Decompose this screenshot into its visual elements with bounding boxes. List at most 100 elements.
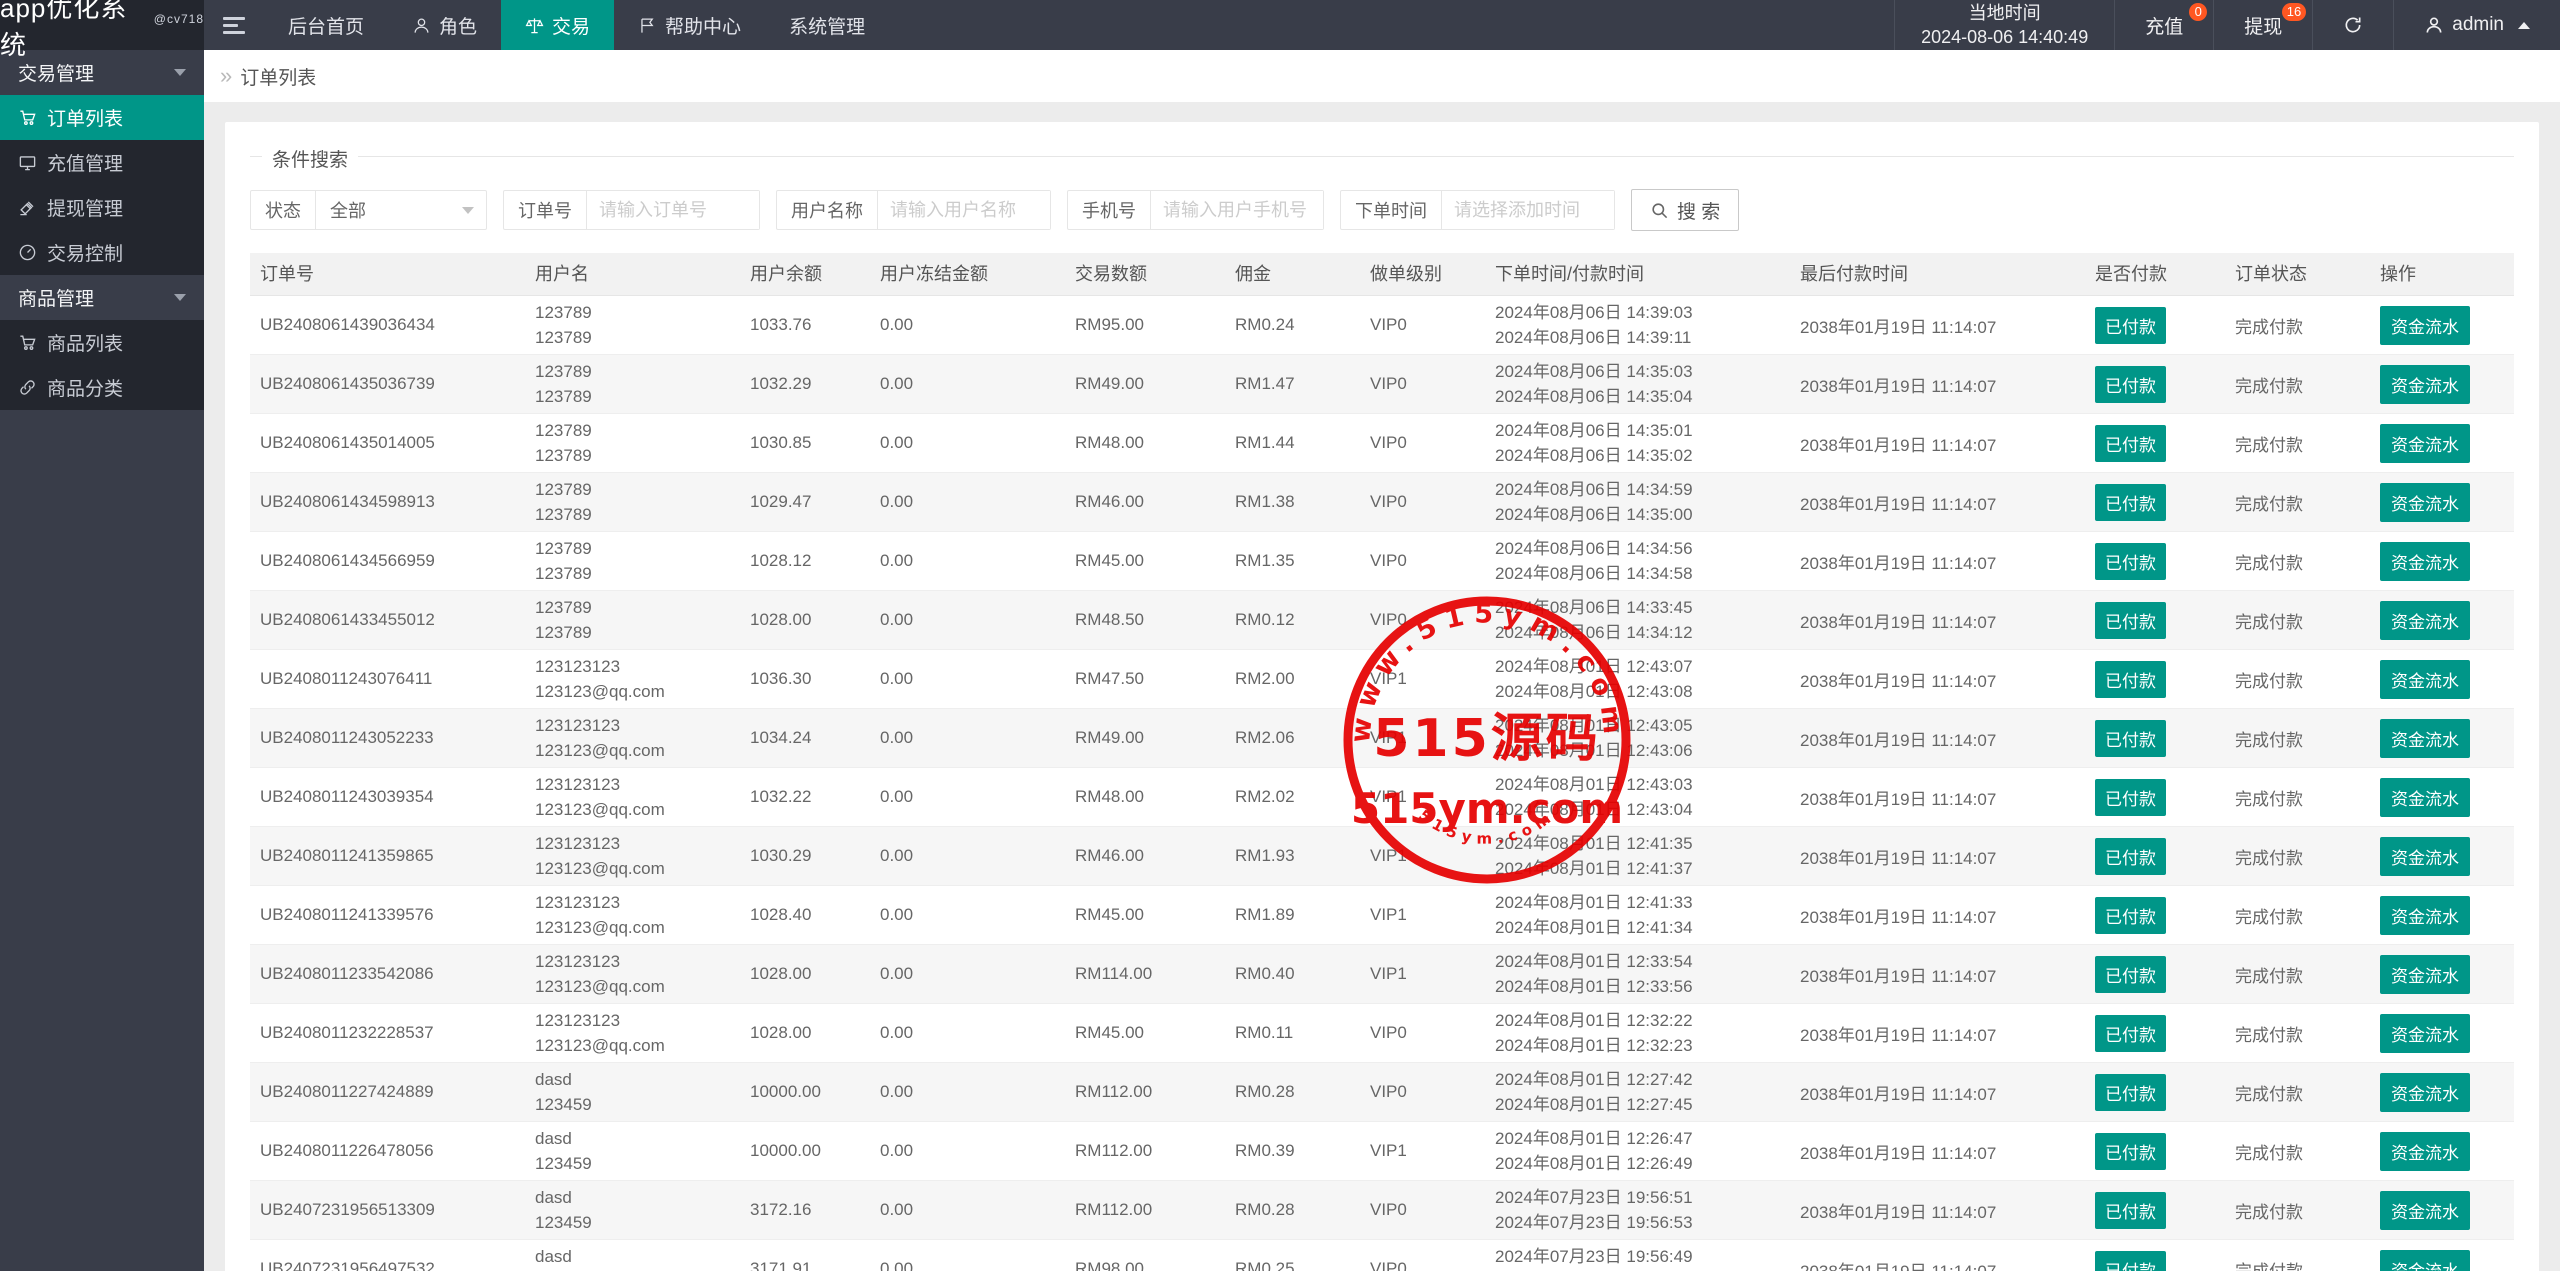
- sidebar-item-recharge-management[interactable]: 充值管理: [0, 140, 204, 185]
- fund-flow-button[interactable]: 资金流水: [2380, 896, 2470, 935]
- vip-level-cell: VIP0: [1360, 1200, 1485, 1220]
- fund-flow-button[interactable]: 资金流水: [2380, 778, 2470, 817]
- user-cell: dasd 123459: [525, 1185, 740, 1235]
- paid-badge[interactable]: 已付款: [2095, 425, 2166, 462]
- search-button[interactable]: 搜 索: [1631, 189, 1739, 231]
- table-row: UB2408061434566959 123789 123789 1028.12…: [250, 532, 2514, 591]
- order-no-cell: UB2408011241359865: [250, 846, 525, 866]
- user-balance-cell: 10000.00: [740, 1141, 870, 1161]
- order-no-cell: UB2408011226478056: [250, 1141, 525, 1161]
- user-balance-cell: 1029.47: [740, 492, 870, 512]
- paid-badge[interactable]: 已付款: [2095, 1133, 2166, 1170]
- recharge-link[interactable]: 充值 0: [2114, 0, 2213, 50]
- paid-time: 2024年08月01日 12:41:37: [1495, 856, 1790, 881]
- fund-flow-button[interactable]: 资金流水: [2380, 1073, 2470, 1112]
- fund-flow-button[interactable]: 资金流水: [2380, 1132, 2470, 1171]
- status-select[interactable]: 全部: [316, 191, 486, 229]
- order-time-input[interactable]: [1442, 191, 1614, 229]
- order-time-cell: 2024年08月01日 12:43:03 2024年08月01日 12:43:0…: [1485, 772, 1790, 822]
- user-name-filter-group: 用户名称: [776, 190, 1051, 230]
- paid-badge[interactable]: 已付款: [2095, 1015, 2166, 1052]
- sidebar-item-trade-control[interactable]: 交易控制: [0, 230, 204, 275]
- fund-flow-button[interactable]: 资金流水: [2380, 542, 2470, 581]
- user-name: 123123123: [535, 949, 740, 974]
- nav-item-system-management[interactable]: 系统管理: [765, 0, 889, 50]
- commission-cell: RM0.25: [1225, 1259, 1360, 1271]
- table-row: UB2408061435036739 123789 123789 1032.29…: [250, 355, 2514, 414]
- app-logo-text: app优化系统: [0, 0, 150, 62]
- nav-item-help-center[interactable]: 帮助中心: [614, 0, 765, 50]
- phone-input[interactable]: [1151, 191, 1323, 229]
- user-name: 123789: [535, 359, 740, 384]
- order-no-cell: UB2408061435014005: [250, 433, 525, 453]
- sidebar-item-withdraw-management[interactable]: 提现管理: [0, 185, 204, 230]
- fund-flow-button[interactable]: 资金流水: [2380, 719, 2470, 758]
- fund-flow-button[interactable]: 资金流水: [2380, 601, 2470, 640]
- fund-flow-button[interactable]: 资金流水: [2380, 955, 2470, 994]
- paid-badge[interactable]: 已付款: [2095, 1074, 2166, 1111]
- user-cell: 123123123 123123@qq.com: [525, 890, 740, 940]
- table-row: UB2407231956497532 dasd 123459 3171.91 0…: [250, 1240, 2514, 1271]
- nav-item-roles[interactable]: 角色: [388, 0, 501, 50]
- paid-badge[interactable]: 已付款: [2095, 779, 2166, 816]
- last-pay-time-cell: 2038年01月19日 11:14:07: [1790, 313, 2085, 338]
- nav-item-dashboard[interactable]: 后台首页: [264, 0, 388, 50]
- fund-flow-button[interactable]: 资金流水: [2380, 365, 2470, 404]
- is-paid-cell: 已付款: [2085, 661, 2225, 698]
- vip-level-cell: VIP0: [1360, 1082, 1485, 1102]
- trade-amount-cell: RM45.00: [1065, 551, 1225, 571]
- frozen-amount-cell: 0.00: [870, 433, 1065, 453]
- order-time-label: 下单时间: [1341, 191, 1442, 229]
- created-time: 2024年08月01日 12:26:47: [1495, 1126, 1790, 1151]
- order-no-cell: UB2408061435036739: [250, 374, 525, 394]
- sidebar-group-product-management[interactable]: 商品管理: [0, 275, 204, 320]
- refresh-button[interactable]: [2312, 0, 2393, 50]
- fund-flow-button[interactable]: 资金流水: [2380, 1014, 2470, 1053]
- table-row: UB2408011243052233 123123123 123123@qq.c…: [250, 709, 2514, 768]
- action-cell: 资金流水: [2370, 719, 2514, 758]
- vip-level-cell: VIP1: [1360, 787, 1485, 807]
- paid-badge[interactable]: 已付款: [2095, 897, 2166, 934]
- action-cell: 资金流水: [2370, 365, 2514, 404]
- created-time: 2024年08月06日 14:34:56: [1495, 536, 1790, 561]
- paid-time: 2024年08月01日 12:43:06: [1495, 738, 1790, 763]
- user-name: dasd: [535, 1185, 740, 1210]
- order-no-input[interactable]: [587, 191, 759, 229]
- sidebar-item-product-list[interactable]: 商品列表: [0, 320, 204, 365]
- vip-level-cell: VIP0: [1360, 433, 1485, 453]
- paid-badge[interactable]: 已付款: [2095, 1192, 2166, 1229]
- paid-badge[interactable]: 已付款: [2095, 1251, 2166, 1271]
- created-time: 2024年08月06日 14:35:01: [1495, 418, 1790, 443]
- paid-badge[interactable]: 已付款: [2095, 307, 2166, 344]
- frozen-amount-cell: 0.00: [870, 315, 1065, 335]
- paid-badge[interactable]: 已付款: [2095, 838, 2166, 875]
- fund-flow-button[interactable]: 资金流水: [2380, 1250, 2470, 1271]
- last-pay-time-cell: 2038年01月19日 11:14:07: [1790, 962, 2085, 987]
- fund-flow-button[interactable]: 资金流水: [2380, 483, 2470, 522]
- paid-badge[interactable]: 已付款: [2095, 484, 2166, 521]
- fund-flow-button[interactable]: 资金流水: [2380, 1191, 2470, 1230]
- frozen-amount-cell: 0.00: [870, 374, 1065, 394]
- nav-item-trade[interactable]: 交易: [501, 0, 614, 50]
- paid-badge[interactable]: 已付款: [2095, 720, 2166, 757]
- fund-flow-button[interactable]: 资金流水: [2380, 660, 2470, 699]
- vip-level-cell: VIP1: [1360, 669, 1485, 689]
- sidebar-item-order-list[interactable]: 订单列表: [0, 95, 204, 140]
- app-logo: app优化系统 @cv718: [0, 0, 204, 50]
- fund-flow-button[interactable]: 资金流水: [2380, 306, 2470, 345]
- paid-badge[interactable]: 已付款: [2095, 366, 2166, 403]
- chevron-up-icon: [2518, 22, 2530, 29]
- paid-badge[interactable]: 已付款: [2095, 543, 2166, 580]
- user-menu[interactable]: admin: [2393, 0, 2560, 50]
- sidebar-item-product-category[interactable]: 商品分类: [0, 365, 204, 410]
- trade-amount-cell: RM46.00: [1065, 846, 1225, 866]
- withdraw-link[interactable]: 提现 16: [2213, 0, 2312, 50]
- paid-badge[interactable]: 已付款: [2095, 602, 2166, 639]
- collapse-menu-button[interactable]: [204, 0, 264, 50]
- fund-flow-button[interactable]: 资金流水: [2380, 837, 2470, 876]
- flag-icon: [638, 16, 657, 35]
- user-name-input[interactable]: [878, 191, 1050, 229]
- fund-flow-button[interactable]: 资金流水: [2380, 424, 2470, 463]
- paid-badge[interactable]: 已付款: [2095, 661, 2166, 698]
- paid-badge[interactable]: 已付款: [2095, 956, 2166, 993]
